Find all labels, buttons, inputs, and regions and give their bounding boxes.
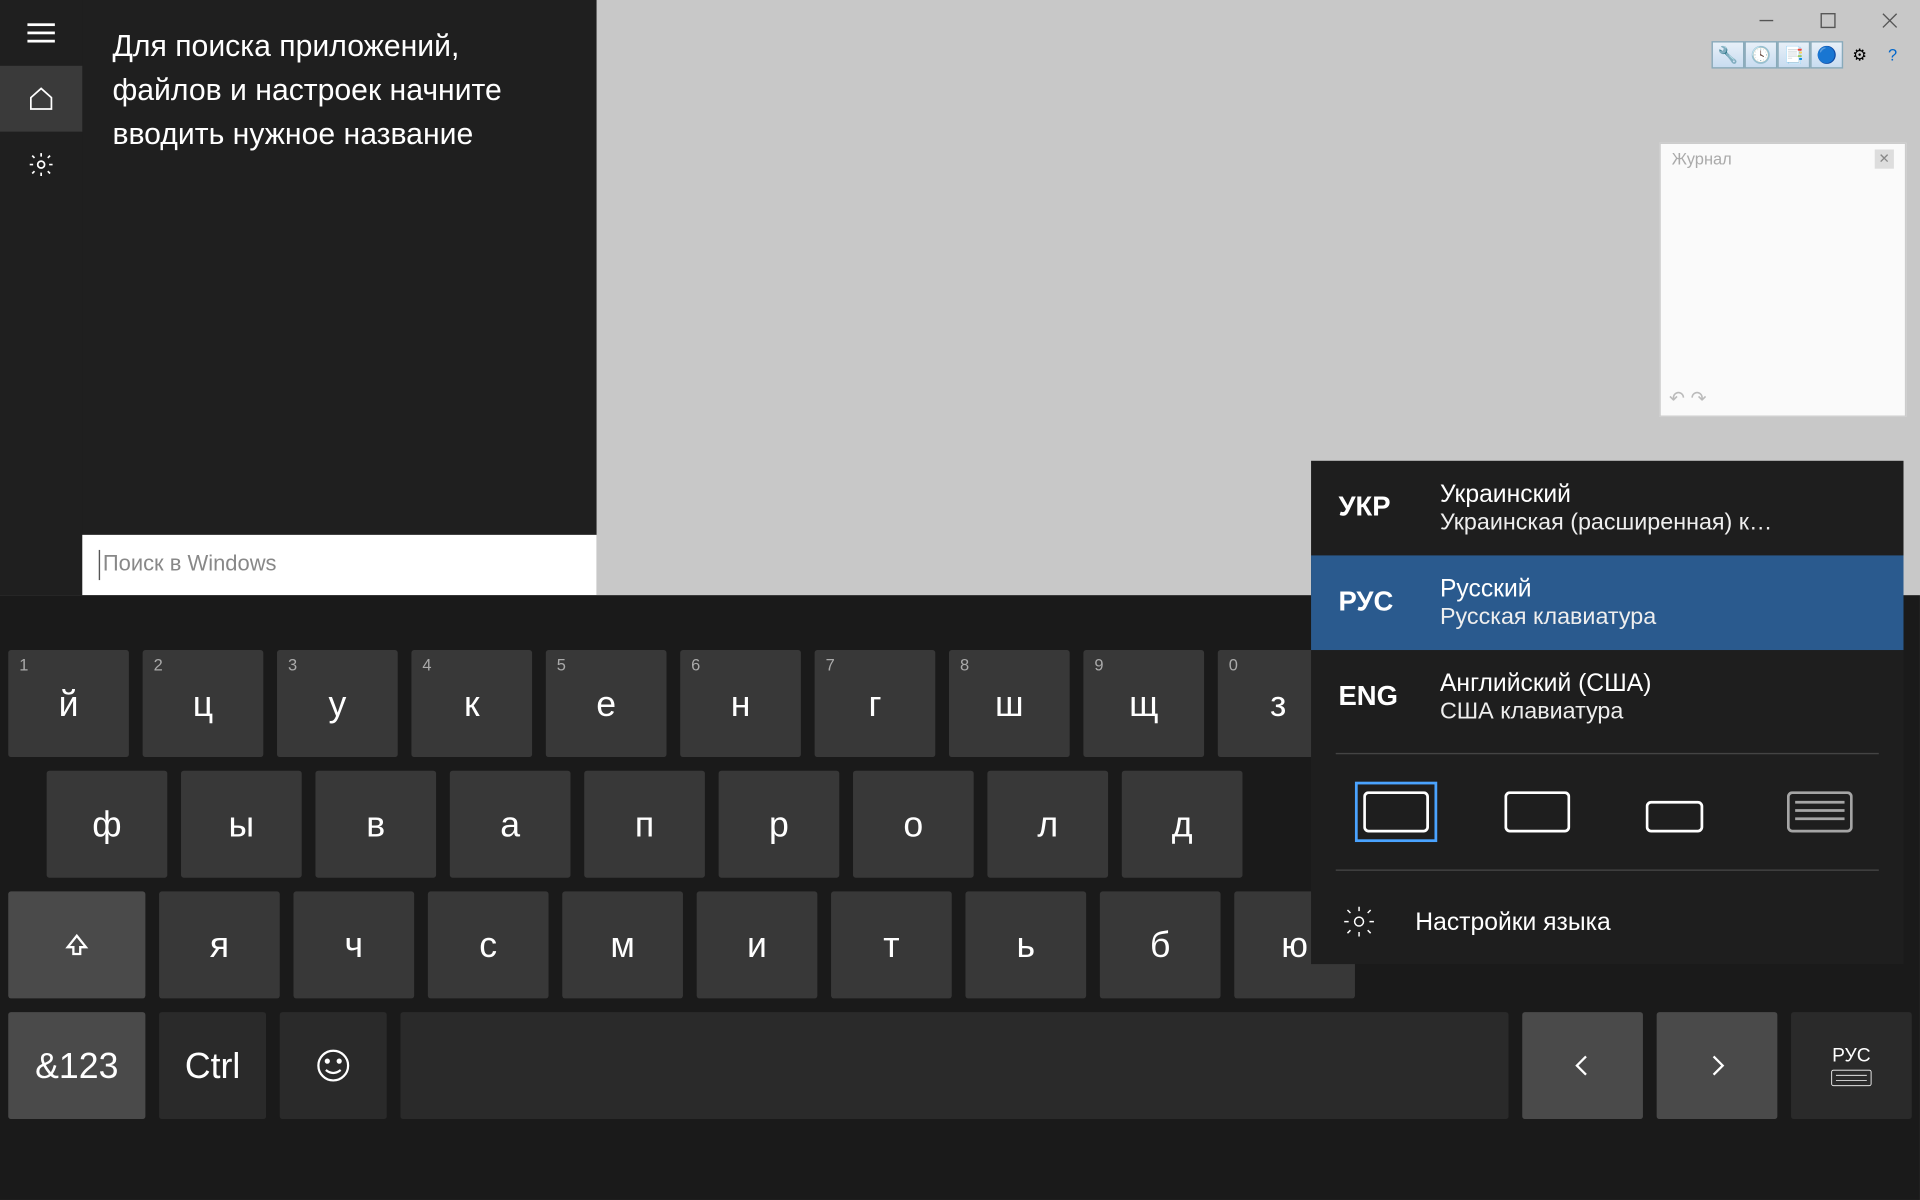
maximize-button[interactable]: [1797, 0, 1859, 41]
key-м[interactable]: м: [562, 891, 683, 998]
key-н[interactable]: 6н: [680, 650, 801, 757]
search-rail: [0, 0, 82, 595]
keyboard-type-standard[interactable]: [1360, 787, 1431, 836]
color-icon[interactable]: 🔵: [1810, 41, 1843, 68]
search-placeholder: Поиск в Windows: [103, 553, 277, 578]
lang-key[interactable]: РУС: [1791, 1012, 1912, 1119]
history-panel: Журнал ✕ ↶ ↷: [1659, 143, 1906, 417]
key-ч[interactable]: ч: [293, 891, 414, 998]
key-о[interactable]: о: [853, 771, 974, 878]
close-button[interactable]: [1858, 0, 1920, 41]
key-к[interactable]: 4к: [411, 650, 532, 757]
key-у[interactable]: 3у: [277, 650, 398, 757]
key-р[interactable]: р: [719, 771, 840, 878]
undo-icon[interactable]: ↶: [1669, 387, 1685, 410]
search-input[interactable]: Поиск в Windows: [82, 535, 596, 595]
lang-option-рус[interactable]: РУСРусскийРусская клавиатура: [1311, 555, 1903, 650]
key-щ[interactable]: 9щ: [1083, 650, 1204, 757]
window-controls: [1735, 0, 1920, 41]
key-ш[interactable]: 8ш: [949, 650, 1070, 757]
search-panel: Для поиска приложений, файлов и настроек…: [0, 0, 597, 595]
symbols-key[interactable]: &123: [8, 1012, 145, 1119]
key-с[interactable]: с: [428, 891, 549, 998]
settings-icon[interactable]: [0, 132, 82, 198]
tool-icon[interactable]: 🔧: [1712, 41, 1745, 68]
right-arrow-key[interactable]: [1657, 1012, 1778, 1119]
keyboard-type-split[interactable]: [1501, 787, 1572, 836]
language-popup: УКРУкраинскийУкраинская (расширенная) к……: [1311, 461, 1903, 964]
home-icon[interactable]: [0, 66, 82, 132]
key-т[interactable]: т: [831, 891, 952, 998]
keyboard-type-handwriting[interactable]: [1642, 787, 1713, 836]
key-ь[interactable]: ь: [965, 891, 1086, 998]
lang-option-eng[interactable]: ENGАнглийский (США)США клавиатура: [1311, 650, 1903, 745]
key-г[interactable]: 7г: [815, 650, 936, 757]
key-в[interactable]: в: [315, 771, 436, 878]
help-icon[interactable]: ?: [1876, 41, 1909, 68]
keyboard-type-row: [1311, 762, 1903, 861]
key-я[interactable]: я: [159, 891, 280, 998]
search-hint: Для поиска приложений, файлов и настроек…: [82, 0, 596, 595]
shift-key[interactable]: [8, 891, 145, 998]
language-settings[interactable]: Настройки языка: [1311, 879, 1903, 964]
history-title: Журнал: [1672, 149, 1732, 168]
hamburger-button[interactable]: [0, 0, 82, 66]
gear-icon[interactable]: ⚙: [1843, 41, 1876, 68]
emoji-key[interactable]: [280, 1012, 387, 1119]
redo-icon[interactable]: ↷: [1691, 387, 1707, 410]
keyboard-type-full[interactable]: [1784, 787, 1855, 836]
key-б[interactable]: б: [1100, 891, 1221, 998]
key-й[interactable]: 1й: [8, 650, 129, 757]
app-toolbar: 🔧 🕓 📑 🔵 ⚙ ?: [1712, 41, 1909, 68]
ctrl-key[interactable]: Ctrl: [159, 1012, 266, 1119]
key-е[interactable]: 5е: [546, 650, 667, 757]
minimize-button[interactable]: [1735, 0, 1797, 41]
left-arrow-key[interactable]: [1522, 1012, 1643, 1119]
clock-icon[interactable]: 🕓: [1744, 41, 1777, 68]
key-ц[interactable]: 2ц: [143, 650, 264, 757]
key-а[interactable]: а: [450, 771, 571, 878]
folder-icon[interactable]: 📑: [1777, 41, 1810, 68]
key-п[interactable]: п: [584, 771, 705, 878]
lang-option-укр[interactable]: УКРУкраинскийУкраинская (расширенная) к…: [1311, 461, 1903, 556]
close-icon[interactable]: ✕: [1875, 149, 1894, 168]
key-д[interactable]: д: [1122, 771, 1243, 878]
key-и[interactable]: и: [697, 891, 818, 998]
key-ф[interactable]: ф: [47, 771, 168, 878]
key-ы[interactable]: ы: [181, 771, 302, 878]
space-key[interactable]: [400, 1012, 1508, 1119]
key-л[interactable]: л: [987, 771, 1108, 878]
